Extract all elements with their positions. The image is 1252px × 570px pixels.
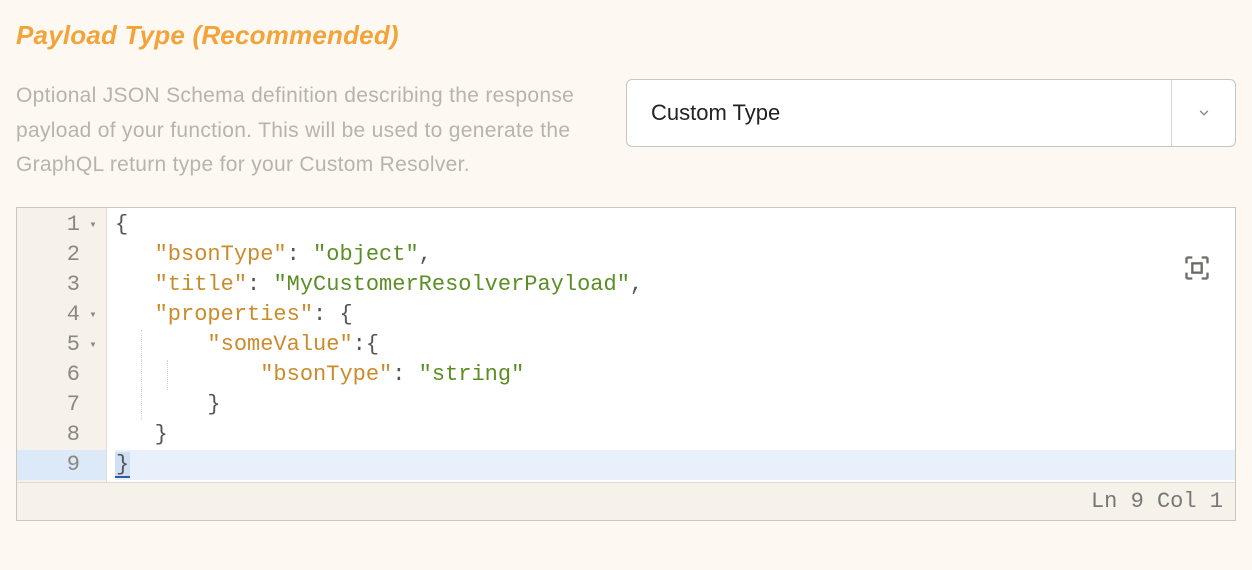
- payload-type-select[interactable]: Custom Type: [626, 79, 1236, 147]
- code-editor[interactable]: 1▾234▾5▾6789 { "bsonType": "object", "ti…: [16, 207, 1236, 521]
- gutter-line: 3: [17, 270, 106, 300]
- line-gutter: 1▾234▾5▾6789: [17, 208, 107, 482]
- status-col-label: Col: [1157, 489, 1197, 514]
- select-caret-zone: [1171, 80, 1235, 146]
- status-col-value: 1: [1210, 489, 1223, 514]
- header-row: Optional JSON Schema definition describi…: [16, 69, 1236, 183]
- select-wrap: Custom Type: [616, 79, 1236, 147]
- fold-marker-icon[interactable]: ▾: [84, 330, 102, 360]
- gutter-line: 6: [17, 360, 106, 390]
- chevron-down-icon: [1197, 106, 1211, 120]
- fold-marker-icon[interactable]: ▾: [84, 210, 102, 240]
- section-description: Optional JSON Schema definition describi…: [16, 79, 576, 183]
- code-line[interactable]: "bsonType": "string": [115, 360, 1235, 390]
- code-line[interactable]: }: [115, 450, 1235, 480]
- code-line[interactable]: }: [115, 420, 1235, 450]
- code-line[interactable]: }: [115, 390, 1235, 420]
- status-ln-label: Ln: [1091, 489, 1117, 514]
- gutter-line: 1▾: [17, 210, 106, 240]
- code-line[interactable]: "bsonType": "object",: [115, 240, 1235, 270]
- status-ln-value: 9: [1131, 489, 1144, 514]
- gutter-line: 8: [17, 420, 106, 450]
- code-line[interactable]: "title": "MyCustomerResolverPayload",: [115, 270, 1235, 300]
- gutter-line: 7: [17, 390, 106, 420]
- code-line[interactable]: "someValue":{: [115, 330, 1235, 360]
- page-root: Payload Type (Recommended) Optional JSON…: [0, 0, 1252, 570]
- select-value: Custom Type: [651, 100, 780, 126]
- section-title: Payload Type (Recommended): [16, 20, 1236, 51]
- expand-icon[interactable]: [1183, 254, 1211, 282]
- fold-marker-icon[interactable]: ▾: [84, 300, 102, 330]
- code-line[interactable]: "properties": {: [115, 300, 1235, 330]
- gutter-line: 4▾: [17, 300, 106, 330]
- editor-status-bar: Ln 9 Col 1: [17, 482, 1235, 520]
- gutter-line: 5▾: [17, 330, 106, 360]
- code-line[interactable]: {: [115, 210, 1235, 240]
- gutter-line: 2: [17, 240, 106, 270]
- code-area[interactable]: { "bsonType": "object", "title": "MyCust…: [107, 208, 1235, 482]
- editor-body: 1▾234▾5▾6789 { "bsonType": "object", "ti…: [17, 208, 1235, 482]
- gutter-line: 9: [17, 450, 106, 480]
